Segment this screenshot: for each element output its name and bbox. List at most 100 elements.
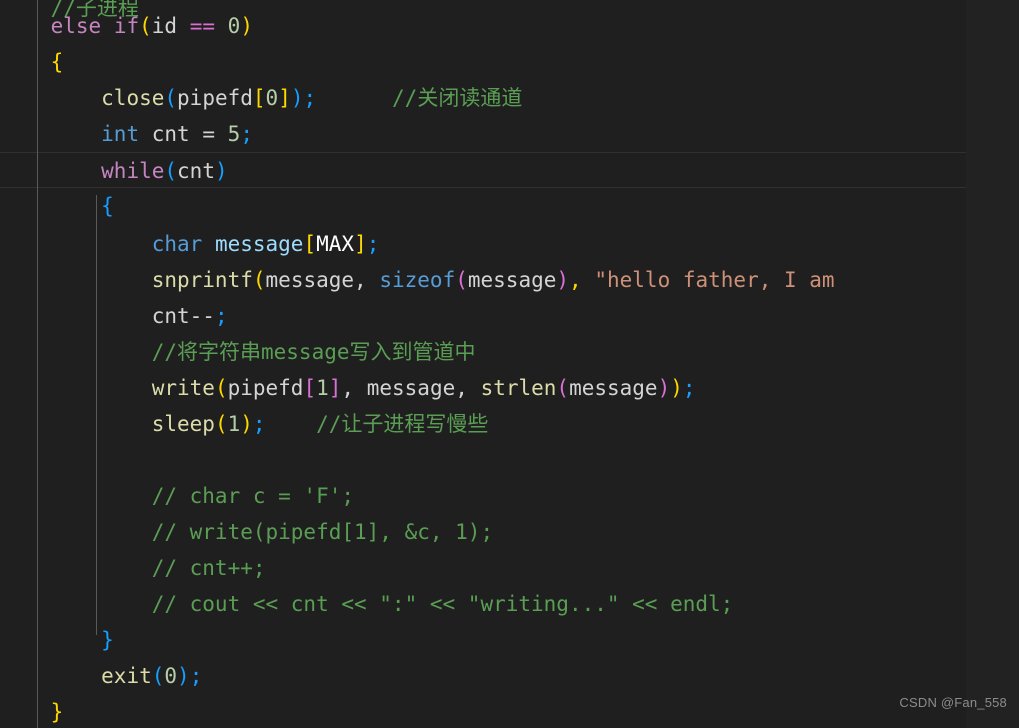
token-kw: while — [101, 159, 165, 183]
token-type: int — [101, 122, 140, 146]
code-line[interactable]: } — [0, 694, 966, 728]
token-b2: [ — [303, 376, 317, 400]
token-var — [468, 376, 481, 400]
token-cmt: //关闭读通道 — [392, 86, 523, 110]
code-line[interactable]: //将字符串message写入到管道中 — [0, 334, 966, 370]
token-var: message — [265, 268, 355, 292]
code-line[interactable]: // cout << cnt << ":" << "writing..." <<… — [0, 586, 966, 622]
token-var — [0, 268, 152, 292]
token-b3: ; — [240, 122, 253, 146]
token-var — [0, 122, 101, 146]
token-num: 0 — [227, 14, 241, 38]
code-line[interactable]: int cnt = 5; — [0, 116, 966, 152]
code-line-text: write(pipefd[1], message, strlen(message… — [0, 370, 696, 406]
code-line[interactable]: snprintf(message, sizeof(message), "hell… — [0, 262, 966, 298]
token-b3: ; — [214, 304, 228, 328]
code-line[interactable]: else if(id == 0) — [0, 8, 966, 44]
token-op: = — [202, 122, 215, 146]
token-var — [0, 556, 152, 580]
token-b1: ( — [252, 268, 266, 292]
token-b2: ( — [455, 268, 468, 292]
token-kw: else — [50, 14, 102, 38]
token-var: id — [151, 14, 178, 38]
token-var — [0, 159, 101, 183]
code-line-text: snprintf(message, sizeof(message), "hell… — [0, 262, 835, 298]
token-cmt: //让子进程写慢些 — [316, 412, 489, 436]
code-line-text: close(pipefd[0]); //关闭读通道 — [0, 80, 522, 116]
code-line[interactable]: } — [0, 622, 966, 658]
token-cmt: // cnt++; — [151, 556, 266, 580]
token-var — [0, 376, 152, 400]
token-var — [0, 664, 101, 688]
token-var — [582, 268, 595, 292]
code-line[interactable]: // write(pipefd[1], &c, 1); — [0, 514, 966, 550]
token-var: message — [366, 376, 456, 400]
token-var — [0, 194, 101, 218]
token-kw: if — [113, 14, 140, 38]
token-b3: ( — [151, 664, 165, 688]
token-str: "hello father, I am — [594, 268, 835, 292]
token-var: cnt — [151, 122, 190, 146]
code-line[interactable]: { — [0, 44, 966, 80]
token-b3: ; — [303, 86, 317, 110]
token-num: 0 — [164, 664, 178, 688]
token-b1: ] — [354, 232, 367, 256]
token-fn: write — [151, 376, 215, 400]
token-var — [0, 50, 51, 74]
token-fn: snprintf — [151, 268, 253, 292]
code-line[interactable]: sleep(1); //让子进程写慢些 — [0, 406, 966, 442]
token-var: , — [354, 268, 367, 292]
token-b2: == — [189, 14, 216, 38]
code-line[interactable]: close(pipefd[0]); //关闭读通道 — [0, 80, 966, 116]
token-var — [215, 14, 228, 38]
code-line[interactable]: char message[MAX]; — [0, 226, 966, 262]
code-line[interactable]: write(pipefd[1], message, strlen(message… — [0, 370, 966, 406]
token-var — [0, 340, 152, 364]
token-var: , — [341, 376, 355, 400]
code-line-text: // char c = 'F'; — [0, 478, 354, 514]
token-var — [202, 232, 215, 256]
token-cmt: // cout << cnt << ":" << "writing..." <<… — [151, 592, 734, 616]
code-line-text: } — [0, 694, 64, 728]
code-line[interactable]: exit(0); — [0, 658, 966, 694]
code-line[interactable]: while(cnt) — [0, 152, 966, 188]
token-num: 5 — [227, 122, 241, 146]
token-var — [0, 484, 152, 508]
code-line[interactable]: cnt--; — [0, 298, 966, 334]
token-b3: } — [101, 628, 114, 652]
code-line[interactable]: // char c = 'F'; — [0, 478, 966, 514]
token-b1: ( — [214, 412, 228, 436]
token-var: message — [467, 268, 557, 292]
token-fn: sleep — [151, 412, 215, 436]
code-line[interactable] — [0, 442, 966, 478]
token-cmt: // char c = 'F'; — [151, 484, 355, 508]
token-b1: [ — [303, 232, 317, 256]
token-var — [139, 122, 152, 146]
code-line[interactable]: // cnt++; — [0, 550, 966, 586]
token-b1: ( — [214, 376, 228, 400]
token-var — [0, 232, 152, 256]
code-editor[interactable]: //子进程 else if(id == 0) { close(pipefd[0]… — [0, 0, 1019, 728]
token-var — [316, 86, 392, 110]
editor-right-gutter[interactable] — [966, 0, 1019, 728]
token-b3: ( — [164, 86, 178, 110]
token-var — [0, 304, 152, 328]
code-line-text: exit(0); — [0, 658, 202, 694]
code-line-text: char message[MAX]; — [0, 226, 380, 262]
token-b3: ( — [164, 159, 178, 183]
token-cmt: // write(pipefd[1], &c, 1); — [151, 520, 494, 544]
code-line-text: sleep(1); //让子进程写慢些 — [0, 406, 489, 442]
token-var: message — [569, 376, 658, 400]
token-fn: close — [101, 86, 165, 110]
code-line[interactable]: { — [0, 188, 966, 224]
token-b2: ) — [657, 376, 671, 400]
token-var — [0, 628, 101, 652]
token-b1: } — [50, 700, 64, 724]
code-line-text: // cout << cnt << ":" << "writing..." <<… — [0, 586, 734, 622]
code-content-area[interactable]: //子进程 else if(id == 0) { close(pipefd[0]… — [0, 0, 966, 728]
token-var — [0, 86, 101, 110]
code-line-text: // write(pipefd[1], &c, 1); — [0, 514, 493, 550]
token-var — [266, 412, 317, 436]
token-var — [0, 700, 51, 724]
code-line-text: { — [0, 44, 64, 80]
